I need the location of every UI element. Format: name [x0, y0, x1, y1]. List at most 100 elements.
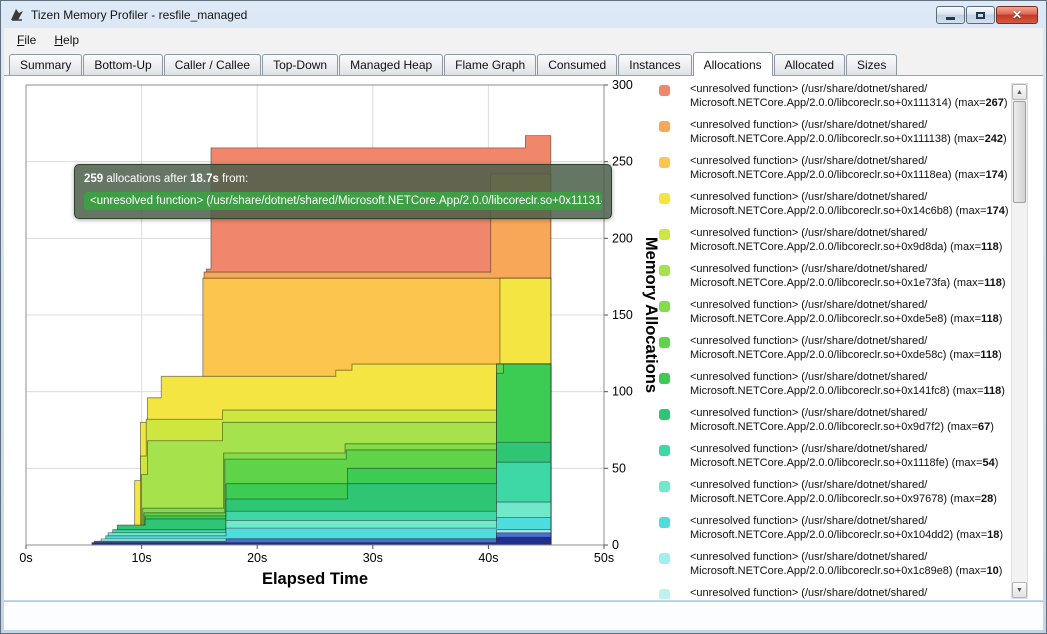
tab-sizes[interactable]: Sizes — [846, 54, 897, 75]
tooltip-from-text: from: — [219, 173, 248, 185]
legend-swatch — [659, 445, 670, 456]
legend-item[interactable]: <unresolved function> (/usr/share/dotnet… — [656, 119, 1008, 146]
tab-strip: SummaryBottom-UpCaller / CalleeTop-DownM… — [4, 51, 1043, 76]
legend-swatch — [659, 589, 670, 599]
legend-item[interactable]: <unresolved function> (/usr/share/dotnet… — [656, 479, 1008, 506]
close-button[interactable]: ✕ — [996, 6, 1038, 24]
scroll-up-button[interactable]: ▲ — [1012, 84, 1027, 100]
tab-bottom-up[interactable]: Bottom-Up — [83, 54, 162, 75]
legend-item[interactable]: <unresolved function> (/usr/share/dotnet… — [656, 371, 1008, 398]
maximize-button[interactable] — [966, 6, 995, 24]
legend-swatch — [659, 553, 670, 564]
legend-swatch — [659, 409, 670, 420]
y-tick-label: 0 — [612, 538, 619, 552]
y-tick-label: 200 — [612, 231, 633, 245]
legend-item[interactable]: <unresolved function> (/usr/share/dotnet… — [656, 443, 1008, 470]
x-tick-label: 30s — [363, 551, 383, 565]
chart-tooltip: 259 allocations after 18.7s from: <unres… — [74, 164, 612, 219]
legend-swatch — [659, 265, 670, 276]
legend-item-label: <unresolved function> (/usr/share/dotnet… — [690, 155, 1008, 182]
content-area: 0s 10s 20s 30s 40s 50s0 50 100 150 200 250 300 Elaps… — [4, 76, 1043, 600]
legend-item-label: <unresolved function> (/usr/share/dotnet… — [690, 407, 994, 434]
legend-swatch — [659, 517, 670, 528]
app-window: Tizen Memory Profiler - resfile_managed … — [0, 0, 1047, 634]
legend-item[interactable]: <unresolved function> (/usr/share/dotnet… — [656, 335, 1008, 362]
menu-help[interactable]: Help — [45, 30, 88, 50]
legend-swatch — [659, 301, 670, 312]
status-bar — [4, 601, 1043, 630]
legend-item[interactable]: <unresolved function> (/usr/share/dotnet… — [656, 155, 1008, 182]
minimize-icon — [946, 17, 955, 20]
legend-item-label: <unresolved function> (/usr/share/dotnet… — [690, 443, 998, 470]
legend-swatch — [659, 481, 670, 492]
titlebar[interactable]: Tizen Memory Profiler - resfile_managed … — [1, 1, 1046, 28]
legend-item-label: <unresolved function> (/usr/share/dotnet… — [690, 119, 1007, 146]
legend-swatch — [659, 85, 670, 96]
tooltip-time: 18.7s — [190, 173, 219, 185]
x-tick-label: 40s — [478, 551, 498, 565]
close-icon: ✕ — [1012, 9, 1022, 21]
legend-swatch — [659, 337, 670, 348]
y-tick-label: 100 — [612, 385, 633, 399]
legend-item-label: <unresolved function> (/usr/share/dotnet… — [690, 191, 1008, 218]
legend-swatch — [659, 193, 670, 204]
legend-item-label: <unresolved function> (/usr/share/dotnet… — [690, 515, 1003, 542]
window-title: Tizen Memory Profiler - resfile_managed — [31, 8, 247, 22]
legend-item-label: <unresolved function> (/usr/share/dotnet… — [690, 371, 1005, 398]
legend-item[interactable]: <unresolved function> (/usr/share/dotnet… — [656, 227, 1008, 254]
tab-instances[interactable]: Instances — [618, 54, 691, 75]
legend-item[interactable]: <unresolved function> (/usr/share/dotnet… — [656, 299, 1008, 326]
y-tick-label: 300 — [612, 78, 633, 92]
legend-item[interactable]: <unresolved function> (/usr/share/dotnet… — [656, 407, 1008, 434]
tab-managed-heap[interactable]: Managed Heap — [339, 54, 443, 75]
tab-caller-callee[interactable]: Caller / Callee — [164, 54, 261, 75]
tooltip-after-text: allocations after — [103, 173, 190, 185]
legend-item-label: <unresolved function> (/usr/share/dotnet… — [690, 551, 1002, 578]
minimize-button[interactable] — [936, 6, 965, 24]
legend-swatch — [659, 121, 670, 132]
legend-item[interactable]: <unresolved function> (/usr/share/dotnet… — [656, 551, 1008, 578]
legend-item[interactable]: <unresolved function> (/usr/share/dotnet… — [656, 263, 1008, 290]
tab-consumed[interactable]: Consumed — [537, 54, 617, 75]
x-tick-label: 20s — [247, 551, 267, 565]
x-tick-label: 10s — [132, 551, 152, 565]
legend-item-label: <unresolved function> (/usr/share/dotnet… — [690, 587, 927, 599]
legend-swatch — [659, 229, 670, 240]
x-axis-title: Elapsed Time — [262, 570, 368, 588]
legend-item[interactable]: <unresolved function> (/usr/share/dotnet… — [656, 515, 1008, 542]
legend-item-label: <unresolved function> (/usr/share/dotnet… — [690, 299, 1002, 326]
tooltip-count: 259 — [84, 173, 103, 185]
legend-item-label: <unresolved function> (/usr/share/dotnet… — [690, 227, 1002, 254]
tooltip-function: <unresolved function> (/usr/share/dotnet… — [84, 192, 602, 210]
legend-item-label: <unresolved function> (/usr/share/dotnet… — [690, 263, 1006, 290]
tab-top-down[interactable]: Top-Down — [262, 54, 338, 75]
tab-summary[interactable]: Summary — [9, 54, 82, 75]
window-controls: ✕ — [935, 6, 1038, 24]
legend-item-label: <unresolved function> (/usr/share/dotnet… — [690, 335, 1002, 362]
legend-item[interactable]: <unresolved function> (/usr/share/dotnet… — [656, 83, 1008, 110]
y-tick-label: 250 — [612, 155, 633, 169]
legend-item-label: <unresolved function> (/usr/share/dotnet… — [690, 479, 997, 506]
legend-item-label: <unresolved function> (/usr/share/dotnet… — [690, 83, 1008, 110]
menu-file[interactable]: File — [8, 30, 45, 50]
app-icon — [9, 7, 25, 23]
allocation-legend: <unresolved function> (/usr/share/dotnet… — [656, 83, 1008, 599]
x-tick-label: 50s — [594, 551, 614, 565]
tab-allocations[interactable]: Allocations — [693, 52, 773, 76]
maximize-icon — [976, 12, 985, 19]
tab-allocated[interactable]: Allocated — [774, 54, 845, 75]
legend-scrollbar[interactable]: ▲ ▼ — [1011, 83, 1028, 599]
menu-bar: FileHelp — [4, 28, 1043, 51]
tooltip-summary: 259 allocations after 18.7s from: — [84, 173, 602, 185]
scroll-down-button[interactable]: ▼ — [1012, 582, 1027, 598]
scrollbar-thumb[interactable] — [1013, 101, 1026, 203]
legend-swatch — [659, 157, 670, 168]
allocations-chart[interactable]: 0s 10s 20s 30s 40s 50s0 50 100 150 200 250 300 Elaps… — [4, 76, 664, 596]
legend-item[interactable]: <unresolved function> (/usr/share/dotnet… — [656, 191, 1008, 218]
tab-flame-graph[interactable]: Flame Graph — [444, 54, 536, 75]
legend-item[interactable]: <unresolved function> (/usr/share/dotnet… — [656, 587, 1008, 599]
y-tick-label: 50 — [612, 461, 626, 475]
x-tick-label: 0s — [19, 551, 32, 565]
legend-swatch — [659, 373, 670, 384]
y-tick-label: 150 — [612, 308, 633, 322]
